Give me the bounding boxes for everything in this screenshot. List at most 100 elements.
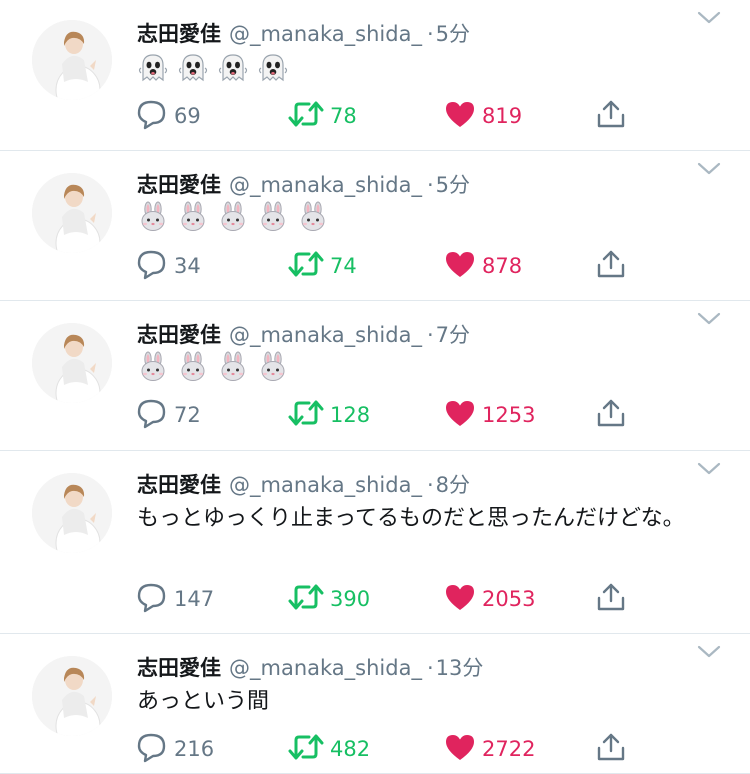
display-name[interactable]: 志田愛佳 <box>137 319 221 349</box>
retweet-button[interactable]: 482 <box>288 729 370 769</box>
heart-icon <box>444 732 476 766</box>
reply-bubble-icon <box>136 581 168 617</box>
avatar[interactable] <box>32 473 112 553</box>
reply-bubble-icon <box>136 397 168 433</box>
ghost-emoji <box>257 52 289 88</box>
tweet[interactable]: 志田愛佳 @_manaka_shida_ · 8分 もっとゆっくり止まってるもの… <box>0 451 750 634</box>
tweet[interactable]: 志田愛佳 @_manaka_shida_ · 13分 あっという間 216 48… <box>0 634 750 774</box>
ghost-emoji <box>217 52 249 88</box>
retweet-count: 74 <box>330 254 357 278</box>
avatar[interactable] <box>32 656 112 736</box>
reply-button[interactable]: 69 <box>136 96 201 136</box>
retweet-button[interactable]: 128 <box>288 395 370 435</box>
tweet-actions: 69 78 819 <box>0 96 750 136</box>
avatar[interactable] <box>32 323 112 403</box>
reply-button[interactable]: 34 <box>136 246 201 286</box>
share-upload-icon <box>595 397 627 433</box>
reply-bubble-icon <box>136 731 168 767</box>
retweet-arrows-icon <box>288 581 324 617</box>
display-name[interactable]: 志田愛佳 <box>137 469 221 499</box>
avatar[interactable] <box>32 20 112 100</box>
rabbit-face-emoji <box>217 201 249 237</box>
user-handle[interactable]: @_manaka_shida_ <box>229 173 422 197</box>
like-button[interactable]: 819 <box>444 96 522 136</box>
reply-bubble-icon <box>136 98 168 134</box>
tweet[interactable]: 志田愛佳 @_manaka_shida_ · 5分 <box>0 0 750 151</box>
tweet-text: あっという間 <box>137 689 270 714</box>
chevron-down-icon[interactable] <box>697 461 721 481</box>
like-button[interactable]: 2722 <box>444 729 535 769</box>
share-button[interactable] <box>595 96 627 136</box>
retweet-button[interactable]: 74 <box>288 246 357 286</box>
tweet-header: 志田愛佳 @_manaka_shida_ · 5分 <box>137 18 470 48</box>
separator-dot: · <box>426 323 434 347</box>
tweet[interactable]: 志田愛佳 @_manaka_shida_ · 7分 72 128 1253 <box>0 301 750 451</box>
chevron-down-icon[interactable] <box>697 10 721 30</box>
heart-icon <box>444 99 476 133</box>
user-handle[interactable]: @_manaka_shida_ <box>229 473 422 497</box>
like-count: 878 <box>482 254 523 278</box>
like-count: 2722 <box>482 737 536 761</box>
retweet-arrows-icon <box>288 731 324 767</box>
share-button[interactable] <box>595 246 627 286</box>
timestamp[interactable]: 5分 <box>436 169 470 199</box>
retweet-count: 128 <box>330 403 371 427</box>
timestamp[interactable]: 7分 <box>436 319 470 349</box>
retweet-button[interactable]: 78 <box>288 96 357 136</box>
share-button[interactable] <box>595 729 627 769</box>
rabbit-face-emoji <box>257 351 289 387</box>
user-handle[interactable]: @_manaka_shida_ <box>229 22 422 46</box>
reply-button[interactable]: 216 <box>136 729 214 769</box>
separator-dot: · <box>426 656 434 680</box>
tweet[interactable]: 志田愛佳 @_manaka_shida_ · 5分 <box>0 151 750 301</box>
retweet-count: 482 <box>330 737 371 761</box>
like-button[interactable]: 878 <box>444 246 522 286</box>
tweet-emoji-row <box>137 351 289 387</box>
share-upload-icon <box>595 731 627 767</box>
like-button[interactable]: 1253 <box>444 395 535 435</box>
rabbit-face-emoji <box>177 351 209 387</box>
tweet-actions: 216 482 2722 <box>0 729 750 769</box>
tweet-actions: 72 128 1253 <box>0 395 750 435</box>
chevron-down-icon[interactable] <box>697 644 721 664</box>
separator-dot: · <box>426 473 434 497</box>
heart-icon <box>444 398 476 432</box>
user-handle[interactable]: @_manaka_shida_ <box>229 323 422 347</box>
chevron-down-icon[interactable] <box>697 311 721 331</box>
tweet-actions: 147 390 2053 <box>0 579 750 619</box>
rabbit-face-emoji <box>137 201 169 237</box>
share-button[interactable] <box>595 579 627 619</box>
tweet-text: もっとゆっくり止まってるものだと思ったんだけどな。 <box>137 506 685 531</box>
reply-count: 72 <box>174 403 201 427</box>
tweet-emoji-row <box>137 52 289 88</box>
reply-button[interactable]: 72 <box>136 395 201 435</box>
retweet-button[interactable]: 390 <box>288 579 370 619</box>
reply-count: 147 <box>174 587 215 611</box>
heart-icon <box>444 582 476 616</box>
share-button[interactable] <box>595 395 627 435</box>
avatar[interactable] <box>32 173 112 253</box>
like-count: 2053 <box>482 587 536 611</box>
ghost-emoji <box>177 52 209 88</box>
timestamp[interactable]: 5分 <box>436 18 470 48</box>
rabbit-face-emoji <box>257 201 289 237</box>
reply-button[interactable]: 147 <box>136 579 214 619</box>
ghost-emoji <box>137 52 169 88</box>
user-handle[interactable]: @_manaka_shida_ <box>229 656 422 680</box>
like-count: 819 <box>482 104 523 128</box>
tweet-header: 志田愛佳 @_manaka_shida_ · 13分 <box>137 652 483 682</box>
tweet-emoji-row <box>137 201 329 237</box>
reply-bubble-icon <box>136 248 168 284</box>
rabbit-face-emoji <box>297 201 329 237</box>
separator-dot: · <box>426 173 434 197</box>
timestamp[interactable]: 13分 <box>436 652 484 682</box>
display-name[interactable]: 志田愛佳 <box>137 18 221 48</box>
tweet-header: 志田愛佳 @_manaka_shida_ · 8分 <box>137 469 470 499</box>
reply-count: 69 <box>174 104 201 128</box>
display-name[interactable]: 志田愛佳 <box>137 652 221 682</box>
display-name[interactable]: 志田愛佳 <box>137 169 221 199</box>
timestamp[interactable]: 8分 <box>436 469 470 499</box>
rabbit-face-emoji <box>217 351 249 387</box>
like-button[interactable]: 2053 <box>444 579 535 619</box>
chevron-down-icon[interactable] <box>697 161 721 181</box>
